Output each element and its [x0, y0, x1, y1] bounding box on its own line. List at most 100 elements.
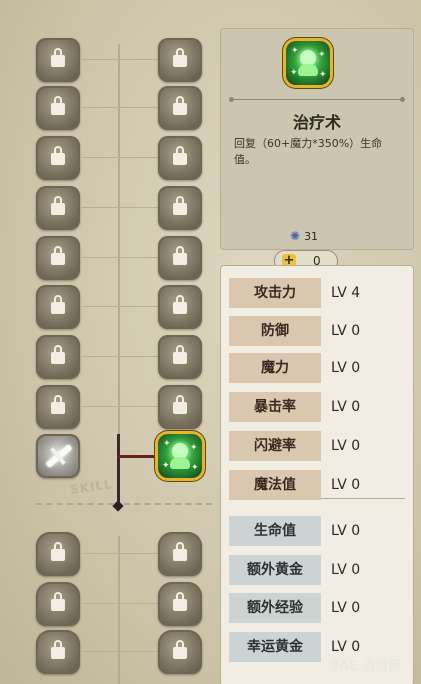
path-node	[112, 500, 124, 512]
tree-branch-line	[82, 257, 160, 258]
stat-row[interactable]: 闪避率 LV 0	[229, 431, 405, 461]
lock-icon	[51, 96, 65, 115]
lock-icon	[51, 196, 65, 215]
stat-level: LV 0	[331, 523, 361, 539]
locked-skill-icon[interactable]	[158, 38, 202, 82]
lock-icon	[51, 592, 65, 611]
heal-skill-icon: ✦ ✦ ✦ ✦	[286, 41, 330, 85]
stat-row[interactable]: 防御 LV 0	[229, 316, 405, 346]
tree-trunk-lower	[118, 536, 120, 684]
lock-icon	[173, 48, 187, 67]
tree-branch-line	[82, 603, 160, 604]
lock-icon	[51, 146, 65, 165]
tier-separator-right	[124, 503, 212, 505]
lock-icon	[51, 345, 65, 364]
tree-branch-line	[82, 651, 160, 652]
locked-skill-icon[interactable]	[158, 186, 202, 230]
locked-passive-icon[interactable]	[36, 582, 80, 626]
gem-icon: ✺	[290, 229, 301, 243]
locked-skill-icon[interactable]	[36, 136, 80, 180]
stat-label: 魔法值	[229, 470, 321, 500]
locked-skill-icon[interactable]	[36, 335, 80, 379]
locked-skill-icon[interactable]	[158, 136, 202, 180]
lock-icon	[173, 640, 187, 659]
lock-icon	[51, 395, 65, 414]
lock-icon	[51, 246, 65, 265]
lock-icon	[173, 96, 187, 115]
stat-label: 额外黄金	[229, 555, 321, 585]
locked-skill-icon[interactable]	[158, 285, 202, 329]
stat-level: LV 0	[331, 360, 361, 376]
locked-skill-icon[interactable]	[36, 186, 80, 230]
skill-separator-label: SKILL	[69, 477, 114, 497]
stat-label: 闪避率	[229, 431, 321, 461]
skill-screen: SKILL ✦ ✦ ✦ ✦ ✦ ✦ ✦ ✦ 治疗术 回复（60+魔力*350%）生命值…	[0, 0, 421, 684]
stat-row[interactable]: 攻击力 LV 4	[229, 278, 405, 308]
locked-skill-icon[interactable]	[158, 86, 202, 130]
lock-icon	[173, 395, 187, 414]
locked-skill-icon[interactable]	[158, 335, 202, 379]
locked-skill-icon[interactable]	[36, 236, 80, 280]
tree-branch-line	[82, 107, 160, 108]
tree-trunk	[118, 44, 120, 444]
locked-passive-icon[interactable]	[158, 532, 202, 576]
active-path-horizontal	[117, 455, 159, 458]
locked-passive-icon[interactable]	[158, 582, 202, 626]
tree-branch-line	[82, 306, 160, 307]
lock-icon	[173, 196, 187, 215]
skill-cost-value: 31	[304, 230, 319, 243]
detail-divider	[229, 97, 405, 102]
stat-row[interactable]: 魔力 LV 0	[229, 353, 405, 383]
lock-icon	[173, 592, 187, 611]
locked-skill-icon[interactable]	[158, 385, 202, 429]
lock-icon	[173, 146, 187, 165]
sword-skill-icon[interactable]	[36, 434, 80, 478]
stat-row[interactable]: 暴击率 LV 0	[229, 392, 405, 422]
lock-icon	[173, 345, 187, 364]
stat-level: LV 0	[331, 477, 361, 493]
stat-row[interactable]: 额外经验 LV 0	[229, 593, 405, 623]
stat-row[interactable]: 生命值 LV 0	[229, 516, 405, 546]
locked-skill-icon[interactable]	[36, 385, 80, 429]
lock-icon	[173, 542, 187, 561]
tree-branch-line	[82, 157, 160, 158]
skill-detail-panel: ✦ ✦ ✦ ✦ 治疗术 回复（60+魔力*350%）生命值。 ✺ 31	[220, 28, 414, 250]
stat-row[interactable]: 额外黄金 LV 0	[229, 555, 405, 585]
stat-label: 攻击力	[229, 278, 321, 308]
lock-icon	[173, 246, 187, 265]
stat-label: 防御	[229, 316, 321, 346]
lock-icon	[51, 542, 65, 561]
active-path-vertical	[117, 434, 120, 506]
stat-label: 魔力	[229, 353, 321, 383]
tree-branch-line	[82, 553, 160, 554]
stats-panel: 攻击力 LV 4 防御 LV 0 魔力 LV 0 暴击率 LV 0 闪避率 LV 0 魔法值 LV 0…	[220, 265, 414, 684]
stat-level: LV 0	[331, 562, 361, 578]
locked-skill-icon[interactable]	[36, 38, 80, 82]
tree-branch-line	[82, 59, 160, 60]
lock-icon	[173, 295, 187, 314]
stat-label: 生命值	[229, 516, 321, 546]
locked-skill-icon[interactable]	[158, 236, 202, 280]
stat-row[interactable]: 魔法值 LV 0	[229, 470, 405, 500]
heal-skill-icon[interactable]: ✦ ✦ ✦ ✦	[158, 434, 202, 478]
stat-label: 暴击率	[229, 392, 321, 422]
lock-icon	[51, 640, 65, 659]
tree-branch-line	[82, 207, 160, 208]
skill-cost: ✺ 31	[290, 229, 318, 243]
stat-level: LV 0	[331, 323, 361, 339]
locked-passive-icon[interactable]	[36, 630, 80, 674]
stat-label: 幸运黄金	[229, 632, 321, 662]
locked-skill-icon[interactable]	[36, 285, 80, 329]
locked-skill-icon[interactable]	[36, 86, 80, 130]
stat-level: LV 0	[331, 438, 361, 454]
locked-passive-icon[interactable]	[36, 532, 80, 576]
stat-level: LV 0	[331, 399, 361, 415]
locked-passive-icon[interactable]	[158, 630, 202, 674]
stat-level: LV 0	[331, 600, 361, 616]
skill-name: 治疗术	[292, 113, 341, 132]
stat-level: LV 4	[331, 285, 361, 301]
stat-label: 额外经验	[229, 593, 321, 623]
tree-branch-line	[82, 356, 160, 357]
tree-branch-line	[82, 406, 160, 407]
tier-separator-left	[36, 503, 114, 505]
